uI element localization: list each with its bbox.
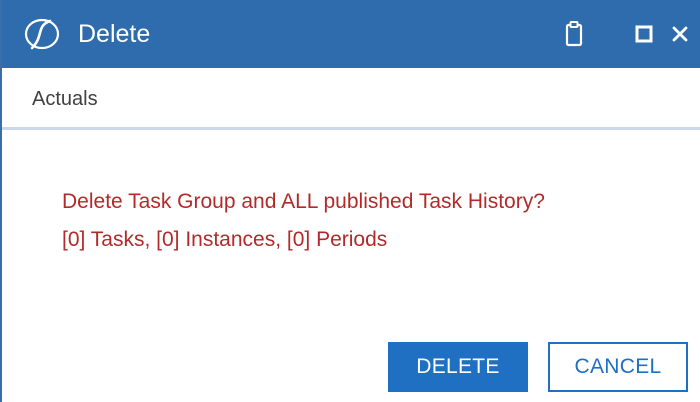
clipboard-icon[interactable] xyxy=(560,20,588,48)
dialog-titlebar[interactable]: Delete xyxy=(2,0,700,68)
confirmation-line-2: [0] Tasks, [0] Instances, [0] Periods xyxy=(62,228,388,251)
delete-dialog: Delete Actuals Delete Task Group and ALL… xyxy=(0,0,700,402)
confirmation-message: Delete Task Group and ALL published Task… xyxy=(62,183,545,259)
delete-button[interactable]: DELETE xyxy=(388,342,528,392)
close-icon[interactable] xyxy=(666,20,694,48)
subheader-label: Actuals xyxy=(32,88,98,110)
dialog-subheader: Actuals xyxy=(2,68,700,130)
maximize-icon[interactable] xyxy=(630,20,658,48)
cancel-button[interactable]: CANCEL xyxy=(548,342,688,392)
confirmation-line-1: Delete Task Group and ALL published Task… xyxy=(62,190,545,213)
app-logo-icon xyxy=(24,18,60,50)
dialog-title: Delete xyxy=(78,20,151,48)
